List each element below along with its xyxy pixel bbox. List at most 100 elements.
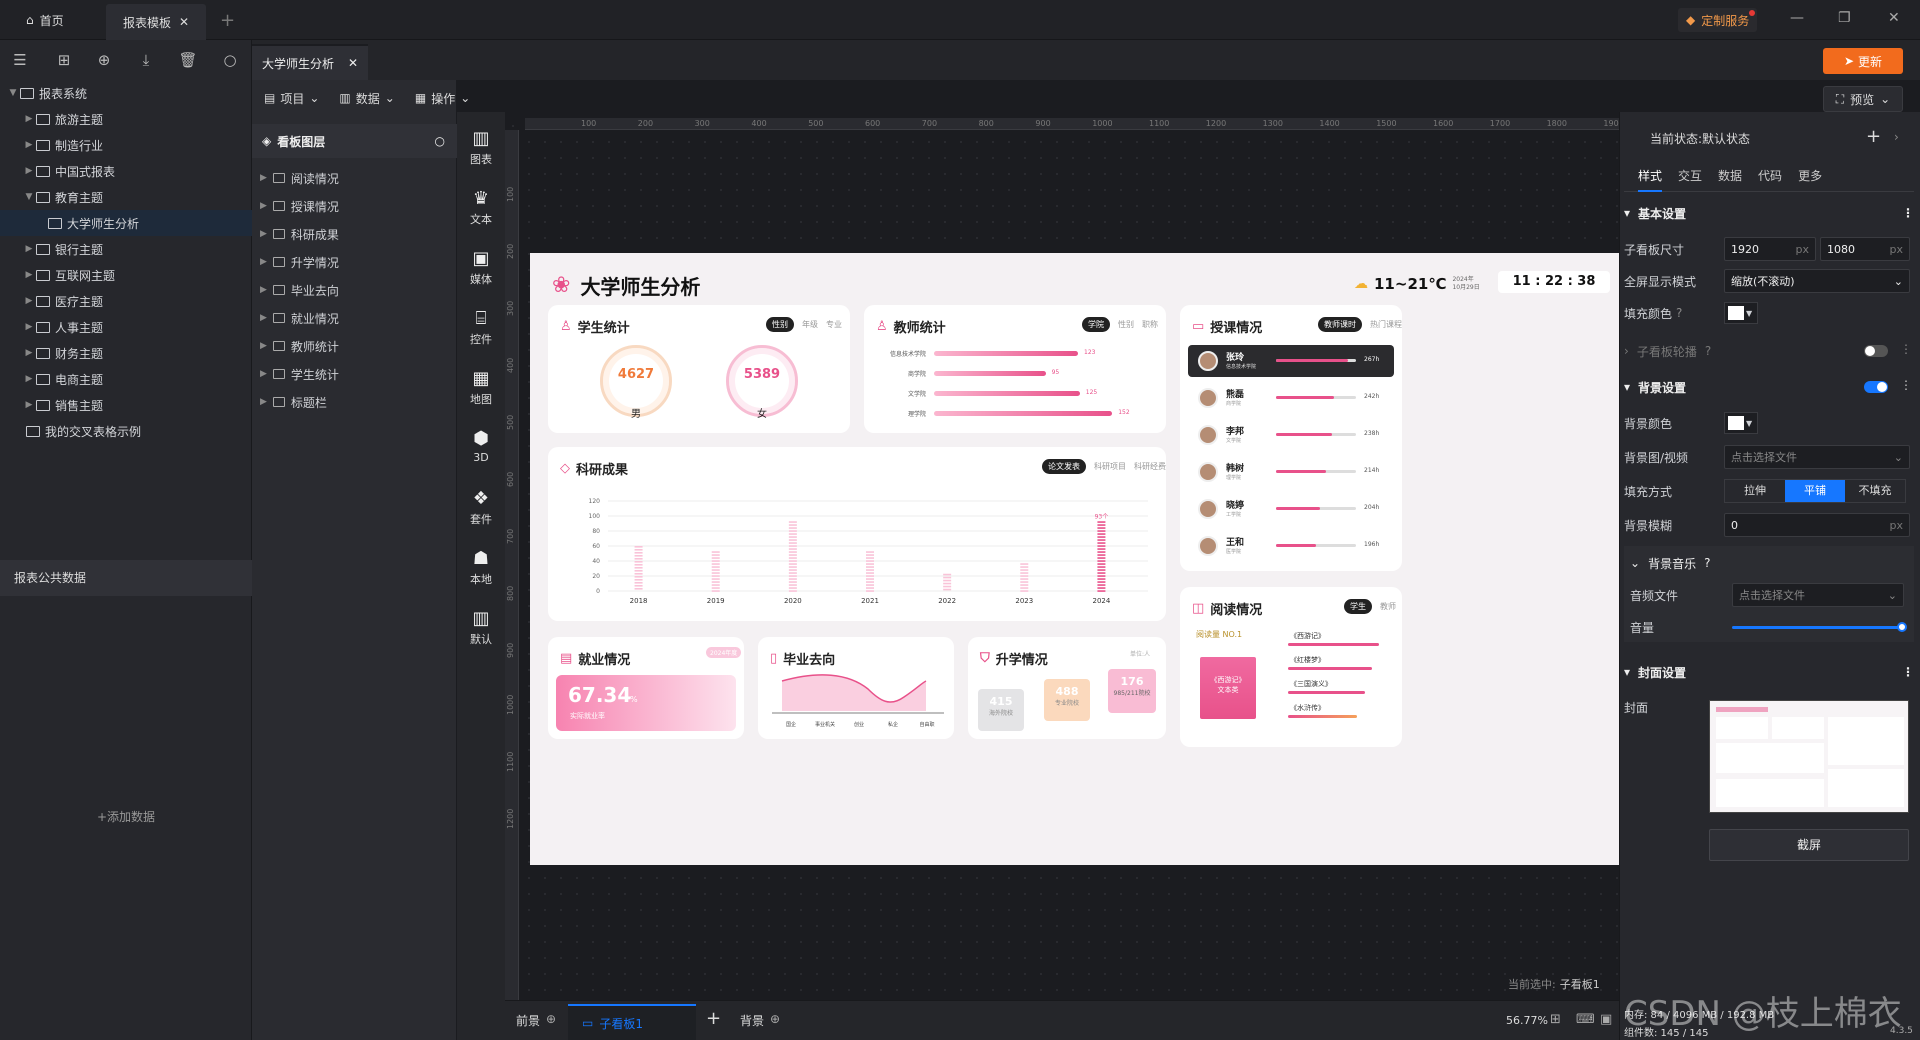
tree-item[interactable]: ▶ 医疗主题: [0, 288, 252, 314]
panel-tab[interactable]: 更多: [1798, 167, 1822, 184]
terminal-icon[interactable]: ▣: [1600, 1012, 1612, 1027]
tab-gender[interactable]: 性别: [766, 317, 794, 332]
research-bar[interactable]: [1097, 521, 1106, 592]
chevron-right-icon[interactable]: ▶: [260, 397, 267, 407]
chevron-down-icon[interactable]: ▼: [22, 192, 36, 202]
tab-gender[interactable]: 性别: [1118, 319, 1134, 330]
lecture-row[interactable]: 王和 医学院 196h: [1188, 530, 1394, 562]
help-icon[interactable]: ?: [1704, 556, 1710, 570]
fill-color-picker[interactable]: ▼: [1724, 302, 1758, 324]
lecture-row[interactable]: 熊磊 商学院 242h: [1188, 382, 1394, 414]
tree-item[interactable]: ▶ 制造行业: [0, 132, 252, 158]
layer-item[interactable]: ▶ 教师统计: [252, 332, 457, 360]
tab-title[interactable]: 职称: [1142, 319, 1158, 330]
carousel-label[interactable]: 子看板轮播: [1637, 343, 1697, 360]
fill-stretch-button[interactable]: 拉伸: [1725, 480, 1785, 502]
panel-tab[interactable]: 样式: [1638, 167, 1663, 192]
menu-icon[interactable]: ☰: [10, 50, 30, 70]
add-board-icon[interactable]: +: [706, 1008, 721, 1029]
new-file-icon[interactable]: ⊕: [94, 50, 114, 70]
component-6[interactable]: ❖ 套件: [457, 488, 505, 527]
chevron-right-icon[interactable]: ▶: [22, 114, 36, 124]
chevron-right-icon[interactable]: ▶: [260, 257, 267, 267]
height-input[interactable]: 1080 px: [1820, 237, 1910, 261]
lecture-row[interactable]: 李邦 文学院 238h: [1188, 419, 1394, 451]
volume-handle[interactable]: [1897, 622, 1907, 632]
search-icon[interactable]: ○: [220, 50, 240, 70]
bg-toggle[interactable]: [1864, 381, 1888, 393]
bg-section-title[interactable]: 背景设置: [1638, 379, 1686, 396]
chevron-right-icon[interactable]: ▶: [22, 400, 36, 410]
home-tab[interactable]: ⌂ 首页: [14, 0, 106, 40]
chevron-right-icon[interactable]: ▶: [260, 201, 267, 211]
chevron-right-icon[interactable]: ▶: [22, 244, 36, 254]
restore-icon[interactable]: ❐: [1838, 10, 1851, 26]
research-bar[interactable]: [634, 546, 643, 590]
screenshot-button[interactable]: 截屏: [1709, 829, 1909, 861]
tab-college[interactable]: 学院: [1082, 317, 1110, 332]
bg-file-select[interactable]: 点击选择文件 ⌄: [1724, 445, 1910, 469]
layer-item[interactable]: ▶ 阅读情况: [252, 164, 457, 192]
tree-item[interactable]: 我的交叉表格示例: [0, 418, 252, 444]
tree-item[interactable]: ▶ 人事主题: [0, 314, 252, 340]
search-icon[interactable]: ○: [435, 134, 445, 148]
background-tab[interactable]: 背景 ⊕: [740, 1012, 780, 1029]
layer-item[interactable]: ▶ 科研成果: [252, 220, 457, 248]
audio-file-select[interactable]: 点击选择文件 ⌄: [1732, 583, 1904, 607]
carousel-toggle[interactable]: [1864, 345, 1888, 357]
minimize-icon[interactable]: —: [1790, 10, 1804, 26]
cover-thumbnail[interactable]: [1709, 700, 1909, 813]
tree-item[interactable]: ▶ 财务主题: [0, 340, 252, 366]
project-menu[interactable]: ▤ 项目 ⌄: [264, 84, 319, 112]
panel-tab[interactable]: 交互: [1678, 167, 1702, 184]
layer-item[interactable]: ▶ 就业情况: [252, 304, 457, 332]
component-2[interactable]: ▣ 媒体: [457, 248, 505, 287]
new-folder-icon[interactable]: ⊞: [54, 50, 74, 70]
research-bar[interactable]: [866, 551, 874, 592]
panel-tab[interactable]: 数据: [1718, 167, 1742, 184]
tree-item[interactable]: ▶ 电商主题: [0, 366, 252, 392]
tab-major[interactable]: 专业: [826, 319, 842, 330]
layer-item[interactable]: ▶ 标题栏: [252, 388, 457, 416]
foreground-tab[interactable]: 前景 ⊕: [516, 1012, 556, 1029]
custom-service-button[interactable]: ◆ 定制服务: [1678, 8, 1758, 32]
component-5[interactable]: ⬢ 3D: [457, 428, 505, 464]
component-4[interactable]: ▦ 地图: [457, 368, 505, 407]
operation-menu[interactable]: ▦ 操作 ⌄: [415, 84, 470, 112]
close-icon[interactable]: ✕: [348, 56, 358, 70]
tree-item[interactable]: 大学师生分析: [0, 210, 252, 236]
dashboard-board[interactable]: ❀ 大学师生分析 ☁ 11~21℃ 2024年 10月29日 11 : 22 :…: [530, 253, 1619, 865]
component-3[interactable]: ⌸ 控件: [457, 308, 505, 347]
chevron-right-icon[interactable]: ›: [1894, 130, 1899, 144]
tab-hours[interactable]: 教师课时: [1318, 317, 1362, 332]
chevron-right-icon[interactable]: ▶: [22, 270, 36, 280]
volume-slider[interactable]: [1732, 626, 1902, 629]
tab-funding[interactable]: 科研经费: [1134, 461, 1166, 472]
tab-teacher[interactable]: 教师: [1380, 601, 1396, 612]
width-input[interactable]: 1920 px: [1724, 237, 1816, 261]
tree-item[interactable]: ▶ 销售主题: [0, 392, 252, 418]
more-icon[interactable]: ⋮: [1902, 206, 1914, 220]
bg-color-picker[interactable]: ▼: [1724, 412, 1758, 434]
tree-item[interactable]: ▶ 银行主题: [0, 236, 252, 262]
fullscreen-select[interactable]: 缩放(不滚动) ⌄: [1724, 269, 1910, 293]
update-button[interactable]: ➤ 更新: [1823, 48, 1903, 74]
more-icon[interactable]: ⋮: [1900, 378, 1912, 392]
component-8[interactable]: ▥ 默认: [457, 608, 505, 647]
chevron-right-icon[interactable]: ▶: [22, 166, 36, 176]
tab-hot-course[interactable]: 热门课程: [1370, 319, 1402, 330]
tab-papers[interactable]: 论文发表: [1042, 459, 1086, 474]
add-state-icon[interactable]: +: [1866, 126, 1881, 147]
help-icon[interactable]: ?: [1705, 344, 1711, 358]
research-bar[interactable]: [711, 551, 720, 592]
research-bar[interactable]: [788, 521, 797, 592]
chevron-right-icon[interactable]: ▶: [260, 313, 267, 323]
data-menu[interactable]: ▥ 数据 ⌄: [339, 84, 394, 112]
template-tab[interactable]: 报表模板 ✕: [106, 4, 206, 40]
close-icon[interactable]: ✕: [179, 15, 189, 29]
help-icon[interactable]: ?: [1676, 306, 1682, 320]
layer-item[interactable]: ▶ 学生统计: [252, 360, 457, 388]
component-0[interactable]: ▥ 图表: [457, 128, 505, 167]
preview-button[interactable]: ⛶ 预览 ⌄: [1823, 86, 1903, 112]
layer-item[interactable]: ▶ 升学情况: [252, 248, 457, 276]
